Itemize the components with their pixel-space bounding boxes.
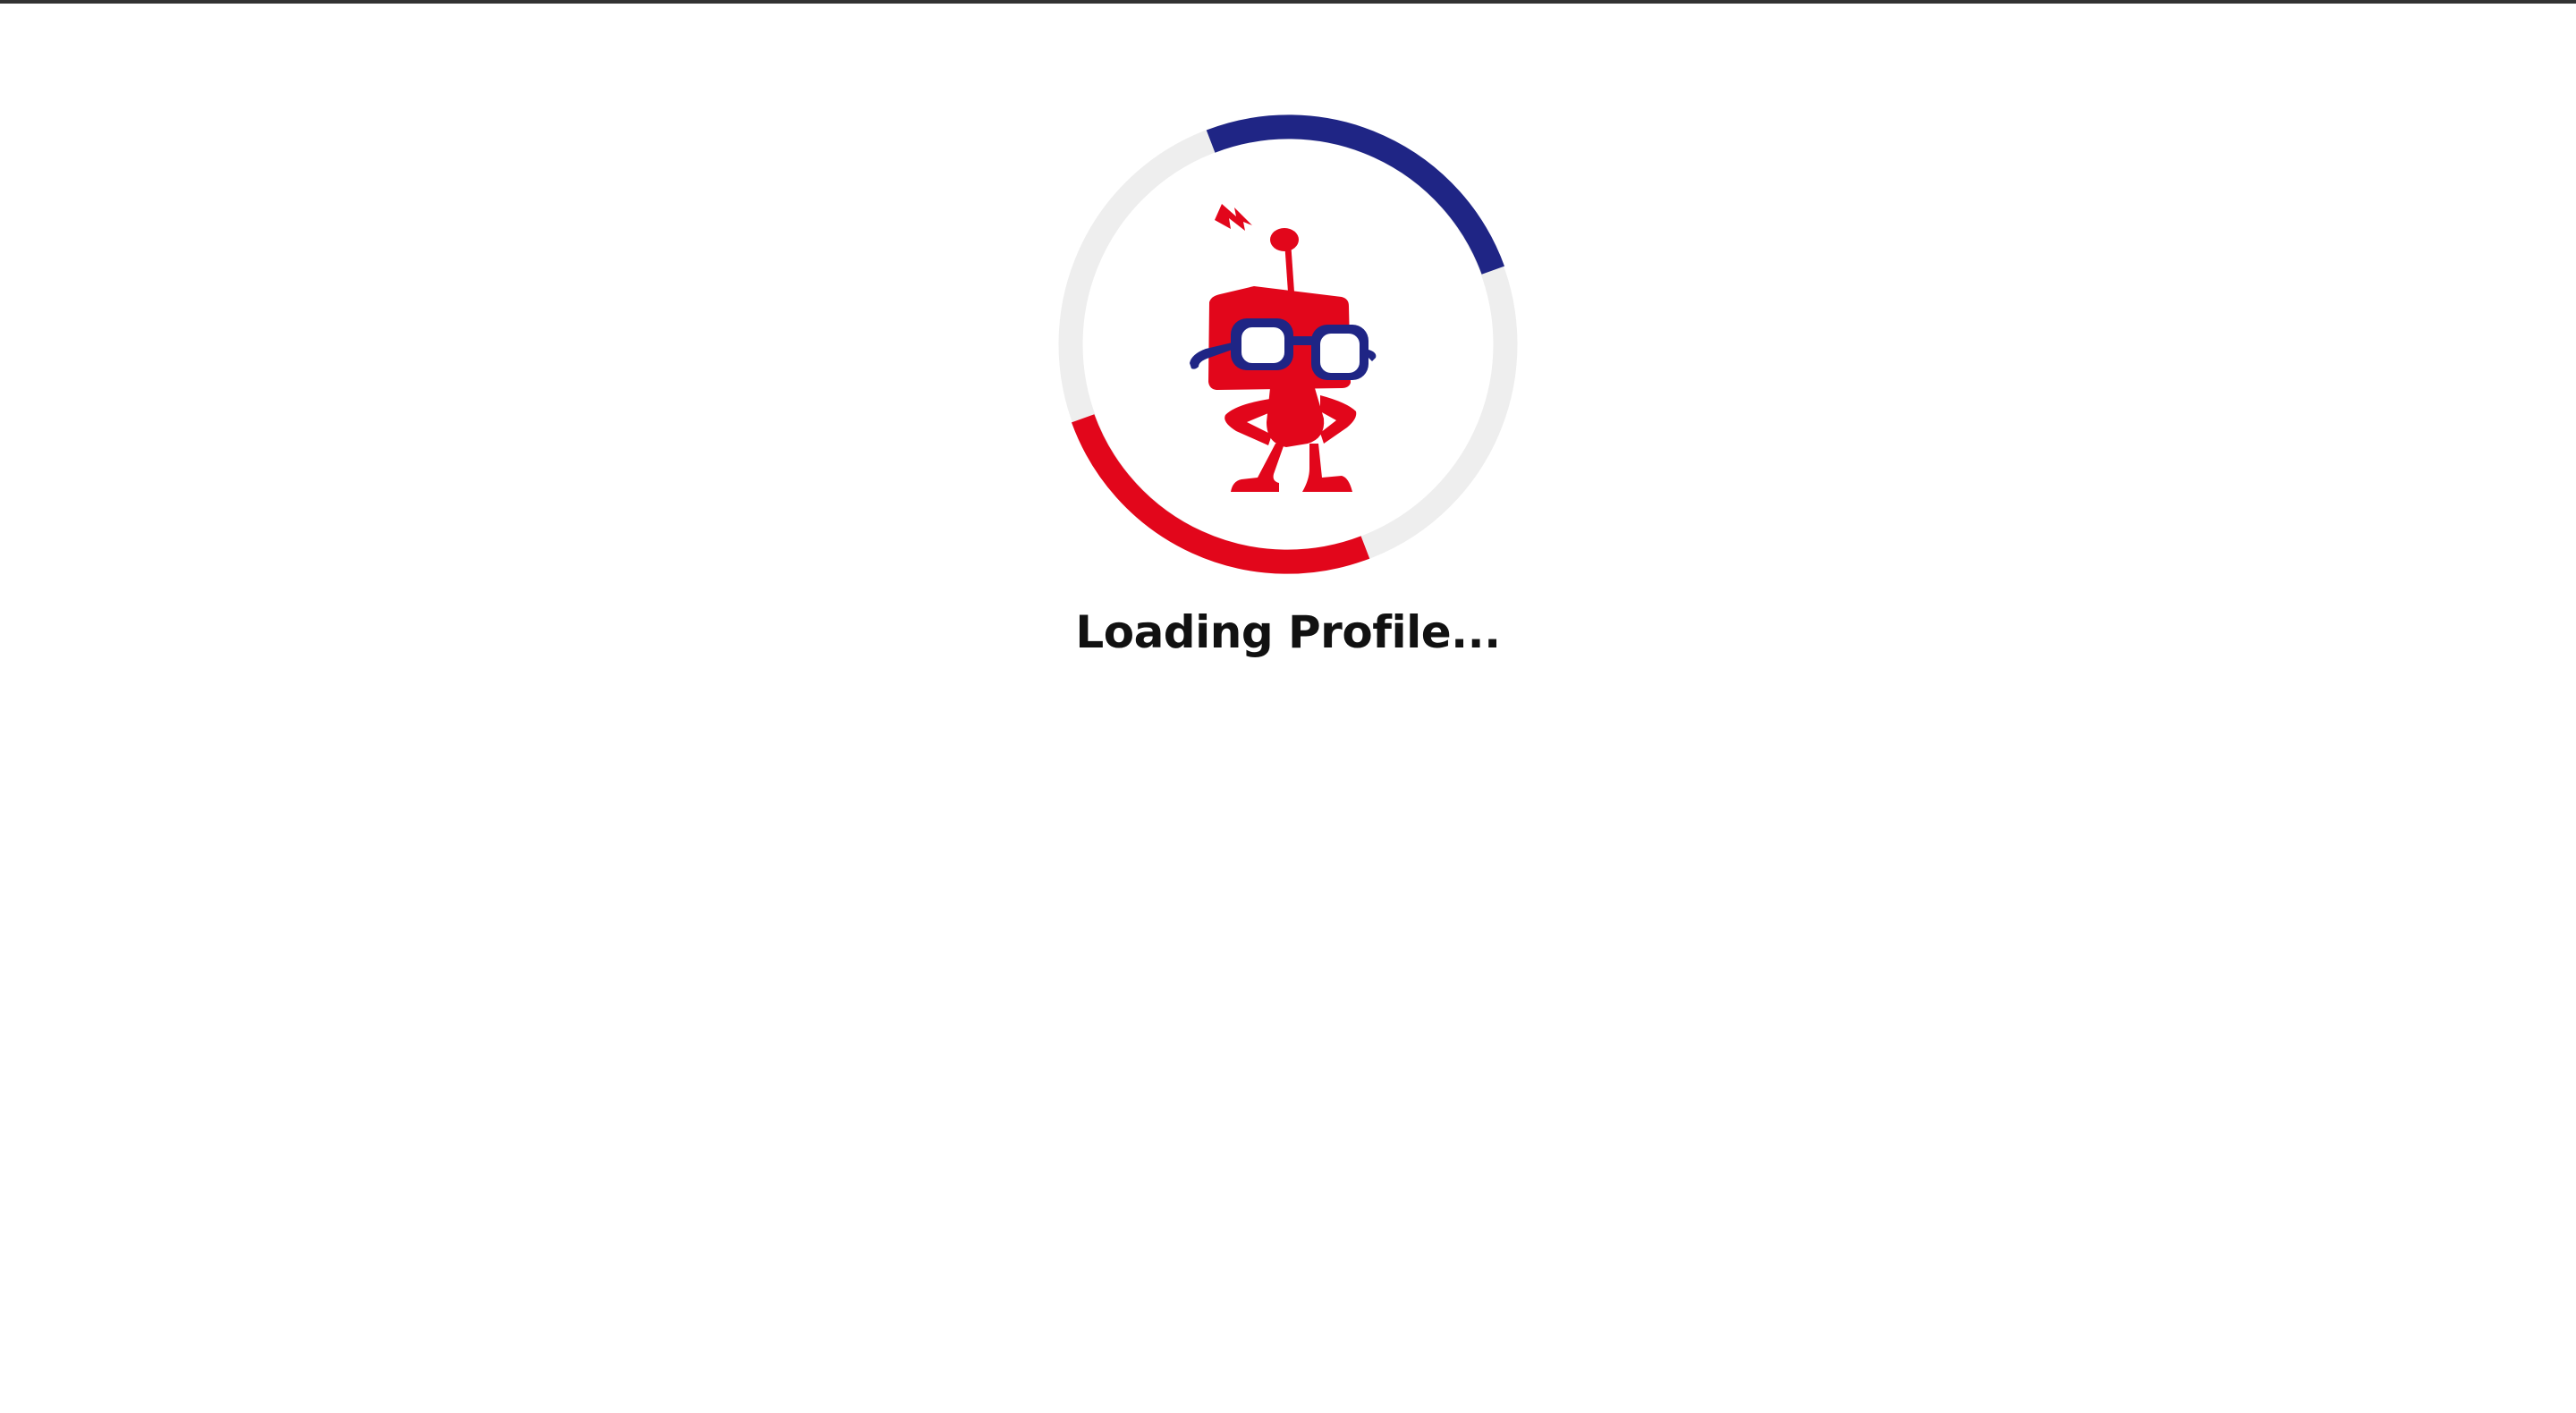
robot-mascot-icon bbox=[1190, 204, 1377, 492]
top-border bbox=[0, 0, 2576, 4]
loading-status-text: Loading Profile... bbox=[1075, 606, 1501, 658]
